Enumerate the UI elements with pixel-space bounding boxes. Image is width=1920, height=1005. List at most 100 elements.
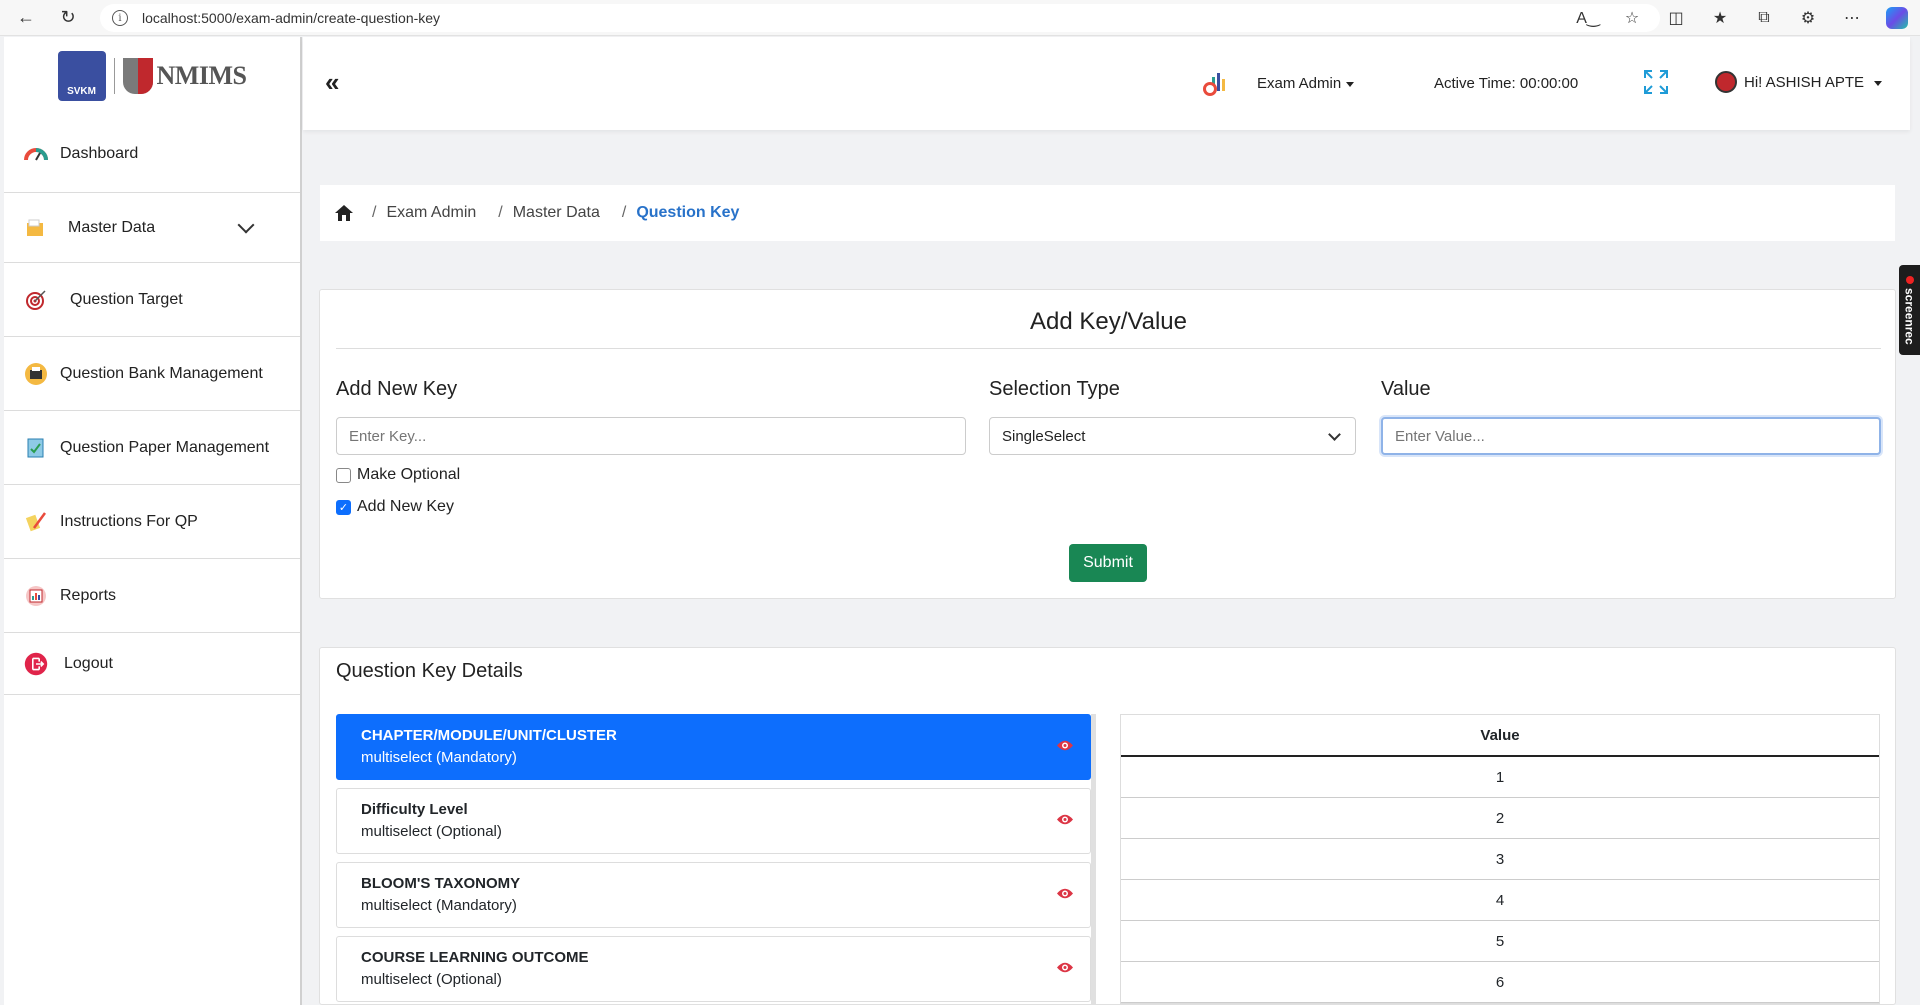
list-item[interactable]: Difficulty Level multiselect (Optional) bbox=[336, 788, 1091, 854]
table-row: 2 bbox=[1121, 798, 1879, 839]
key-type: multiselect (Optional) bbox=[361, 971, 502, 988]
add-new-key-label: Add New Key bbox=[357, 498, 454, 515]
sidebar-item-label: Master Data bbox=[68, 218, 156, 236]
table-row: 6 bbox=[1121, 962, 1879, 1003]
key-label: Add New Key bbox=[336, 378, 458, 400]
chevron-down-icon[interactable] bbox=[237, 216, 255, 233]
sidebar-item-logout[interactable]: Logout bbox=[4, 633, 300, 695]
collapse-sidebar-icon[interactable]: « bbox=[325, 67, 339, 98]
eye-icon[interactable] bbox=[1056, 813, 1074, 826]
sidebar-item-question-paper[interactable]: Question Paper Management bbox=[4, 411, 300, 485]
value-input[interactable] bbox=[1381, 417, 1881, 455]
question-key-details-card: Question Key Details CHAPTER/MODULE/UNIT… bbox=[319, 647, 1896, 1005]
key-list[interactable]: CHAPTER/MODULE/UNIT/CLUSTER multiselect … bbox=[336, 714, 1096, 1004]
details-title: Question Key Details bbox=[336, 660, 523, 682]
nmims-shield-icon bbox=[122, 58, 153, 94]
role-dropdown[interactable]: Exam Admin bbox=[1257, 75, 1355, 92]
nmims-logo: NMIMS bbox=[113, 58, 247, 94]
key-type: multiselect (Mandatory) bbox=[361, 897, 517, 914]
eye-icon[interactable] bbox=[1056, 739, 1074, 752]
list-item[interactable]: CHAPTER/MODULE/UNIT/CLUSTER multiselect … bbox=[336, 714, 1091, 780]
sidebar-item-question-bank[interactable]: Question Bank Management bbox=[4, 337, 300, 411]
info-icon[interactable]: i bbox=[112, 10, 128, 26]
make-optional-checkbox[interactable] bbox=[336, 467, 351, 483]
fullscreen-icon[interactable] bbox=[1643, 69, 1669, 95]
dashboard-gauge-icon bbox=[24, 142, 48, 166]
paper-icon bbox=[24, 436, 48, 460]
add-new-key-checkbox[interactable]: ✓ bbox=[336, 499, 351, 515]
selection-type-value: SingleSelect bbox=[1002, 427, 1086, 445]
key-input[interactable] bbox=[336, 417, 966, 455]
address-bar[interactable]: i localhost:5000/exam-admin/create-quest… bbox=[100, 4, 1660, 32]
user-menu[interactable]: Hi! ASHISH APTE bbox=[1744, 74, 1883, 91]
target-icon bbox=[24, 288, 48, 312]
eye-icon[interactable] bbox=[1056, 961, 1074, 974]
make-optional-label: Make Optional bbox=[357, 466, 461, 483]
exam-stats-icon bbox=[1203, 73, 1225, 96]
value-table: Value 1 2 3 4 5 6 bbox=[1120, 714, 1880, 1004]
top-header: « Exam Admin Active Time: 00:00:00 Hi! A… bbox=[303, 37, 1910, 130]
screenrec-tab[interactable]: screenrec bbox=[1899, 265, 1920, 355]
svkm-logo-icon: SVKM bbox=[57, 51, 106, 101]
copilot-icon[interactable] bbox=[1886, 7, 1908, 29]
user-greeting: Hi! ASHISH APTE bbox=[1744, 74, 1865, 91]
caret-down-icon bbox=[1346, 81, 1355, 87]
list-item[interactable]: COURSE LEARNING OUTCOME multiselect (Opt… bbox=[336, 936, 1091, 1002]
breadcrumb: / Exam Admin / Master Data / Question Ke… bbox=[320, 185, 1895, 241]
reload-icon[interactable]: ↻ bbox=[52, 2, 84, 34]
make-optional-row[interactable]: Make Optional bbox=[336, 466, 460, 484]
sidebar-item-label: Question Bank Management bbox=[60, 364, 263, 382]
nmims-logo-text: NMIMS bbox=[156, 61, 247, 90]
instructions-icon bbox=[24, 510, 48, 534]
add-key-value-card: Add Key/Value Add New Key Selection Type… bbox=[319, 289, 1896, 599]
list-item[interactable]: BLOOM'S TAXONOMY multiselect (Mandatory) bbox=[336, 862, 1091, 928]
submit-button[interactable]: Submit bbox=[1069, 544, 1147, 582]
favorites-icon[interactable]: ★ bbox=[1698, 8, 1742, 28]
collections-icon[interactable]: ⧉ bbox=[1742, 9, 1786, 27]
key-type: multiselect (Optional) bbox=[361, 823, 502, 840]
reports-icon bbox=[24, 584, 48, 608]
eye-icon[interactable] bbox=[1056, 887, 1074, 900]
sidebar-item-reports[interactable]: Reports bbox=[4, 559, 300, 633]
key-type: multiselect (Mandatory) bbox=[361, 749, 517, 766]
sidebar-item-label: Logout bbox=[64, 654, 113, 672]
bank-icon bbox=[24, 362, 48, 386]
key-name: COURSE LEARNING OUTCOME bbox=[361, 949, 589, 966]
sidebar-item-question-target[interactable]: Question Target bbox=[4, 263, 300, 337]
back-arrow-icon[interactable]: ← bbox=[10, 2, 42, 34]
split-screen-icon[interactable]: ◫ bbox=[1654, 8, 1698, 28]
breadcrumb-master-data[interactable]: Master Data bbox=[513, 204, 600, 222]
sidebar: SVKM NMIMS Dashboard Master Data Questio… bbox=[4, 37, 302, 1005]
add-new-key-row[interactable]: ✓ Add New Key bbox=[336, 498, 454, 516]
logout-icon bbox=[24, 652, 48, 676]
browser-toolbar: ← ↻ i localhost:5000/exam-admin/create-q… bbox=[0, 0, 1920, 36]
breadcrumb-separator: / bbox=[498, 204, 503, 221]
extensions-icon[interactable]: ⚙ bbox=[1786, 8, 1830, 28]
favorite-star-icon[interactable]: ☆ bbox=[1610, 8, 1654, 28]
more-menu-icon[interactable]: ⋯ bbox=[1830, 8, 1874, 28]
active-time: Active Time: 00:00:00 bbox=[1434, 75, 1579, 92]
sidebar-item-label: Question Target bbox=[70, 290, 183, 308]
breadcrumb-question-key: Question Key bbox=[636, 204, 740, 221]
screenrec-label: screenrec bbox=[1902, 287, 1917, 345]
browser-actions: A‿ ☆ ◫ ★ ⧉ ⚙ ⋯ bbox=[1566, 0, 1920, 36]
breadcrumb-exam-admin[interactable]: Exam Admin bbox=[386, 204, 476, 222]
home-icon[interactable] bbox=[334, 204, 354, 222]
read-aloud-icon[interactable]: A‿ bbox=[1566, 8, 1610, 28]
sidebar-item-label: Reports bbox=[60, 586, 117, 604]
value-label: Value bbox=[1381, 378, 1431, 400]
avatar[interactable] bbox=[1715, 71, 1737, 93]
selection-type-select[interactable]: SingleSelect bbox=[989, 417, 1356, 455]
key-name: BLOOM'S TAXONOMY bbox=[361, 875, 521, 892]
selection-type-label: Selection Type bbox=[989, 378, 1120, 400]
key-name: CHAPTER/MODULE/UNIT/CLUSTER bbox=[361, 727, 617, 744]
breadcrumb-separator: / bbox=[372, 204, 377, 221]
breadcrumb-separator: / bbox=[621, 204, 627, 221]
sidebar-item-dashboard[interactable]: Dashboard bbox=[4, 115, 300, 193]
table-row: 4 bbox=[1121, 880, 1879, 921]
sidebar-item-instructions[interactable]: Instructions For QP bbox=[4, 485, 300, 559]
table-row: 3 bbox=[1121, 839, 1879, 880]
sidebar-item-master-data[interactable]: Master Data bbox=[4, 193, 300, 263]
sidebar-item-label: Question Paper Management bbox=[60, 438, 270, 456]
caret-down-icon bbox=[1874, 80, 1883, 86]
